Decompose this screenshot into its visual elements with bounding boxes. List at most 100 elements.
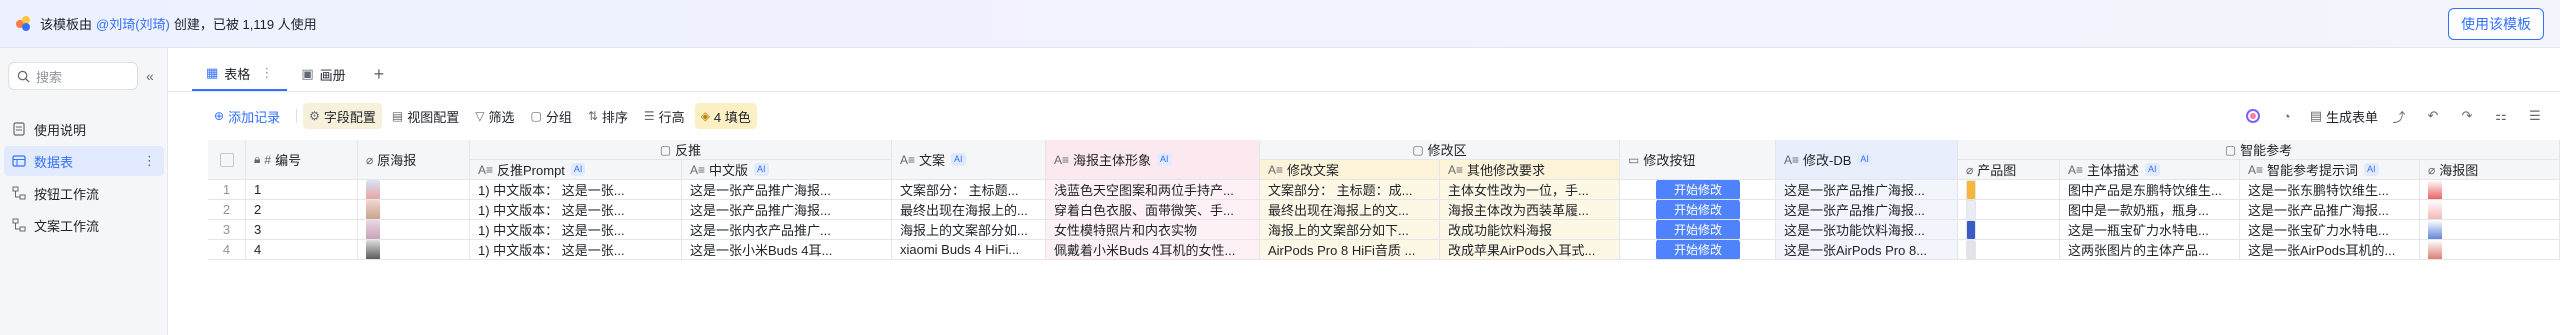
sidebar-item-guide[interactable]: 使用说明 <box>4 114 164 144</box>
poster-image-cell[interactable] <box>2420 240 2560 260</box>
cell-chinese-version[interactable]: 这是一张小米Buds 4耳... <box>682 240 892 260</box>
cell-modify-db[interactable]: 这是一张产品推广海报... <box>1776 180 1958 200</box>
cell-modify-copy[interactable]: 海报上的文案部分如下... <box>1260 220 1440 240</box>
filter-button[interactable]: ▽ 筛选 <box>469 103 520 129</box>
column-header-product-image[interactable]: ⌀ 产品图 <box>1958 160 2060 180</box>
cell-other-requirements[interactable]: 海报主体改为西装革履... <box>1440 200 1620 220</box>
cell-modify-db[interactable]: 这是一张功能饮料海报... <box>1776 220 1958 240</box>
poster-thumbnail[interactable] <box>366 180 380 199</box>
row-number-cell[interactable]: 3 <box>208 220 246 240</box>
poster-thumbnail[interactable] <box>366 200 380 219</box>
column-header-modify-button[interactable]: ▭ 修改按钮 <box>1620 140 1776 180</box>
undo-icon[interactable]: ↶ <box>2420 103 2446 129</box>
cell-poster-subject[interactable]: 穿着白色衣服、面带微笑、手... <box>1046 200 1260 220</box>
cell-modify-copy[interactable]: AirPods Pro 8 HiFi音质 ... <box>1260 240 1440 260</box>
cell-subject-desc[interactable]: 图中是一款奶瓶，瓶身... <box>2060 200 2240 220</box>
history-icon[interactable]: ◔ <box>2274 103 2300 129</box>
sort-button[interactable]: ⇅ 排序 <box>582 103 634 129</box>
column-header-reverse-prompt[interactable]: A≡ 反推Prompt AI <box>470 160 682 180</box>
share-icon[interactable]: ⤴ <box>2386 103 2412 129</box>
cell-smart-ref-prompt[interactable]: 这是一张宝矿力水特电... <box>2240 220 2420 240</box>
row-number-cell[interactable]: 4 <box>208 240 246 260</box>
poster-image-thumbnail[interactable] <box>2428 200 2442 219</box>
cell-copy[interactable]: 最终出现在海报上的... <box>892 200 1046 220</box>
cell-smart-ref-prompt[interactable]: 这是一张AirPods耳机的... <box>2240 240 2420 260</box>
cell-reverse-prompt[interactable]: 1) 中文版本： 这是一张... <box>470 240 682 260</box>
ai-assistant-icon[interactable] <box>2240 103 2266 129</box>
row-number-cell[interactable]: 1 <box>208 180 246 200</box>
product-thumbnail[interactable] <box>1966 180 1976 199</box>
field-config-button[interactable]: ⚙ 字段配置 <box>303 103 382 129</box>
more-icon[interactable]: ☰ <box>2522 103 2548 129</box>
use-template-button[interactable]: 使用该模板 <box>2448 8 2544 40</box>
start-modify-button[interactable]: 开始修改 <box>1656 200 1741 219</box>
sidebar-item-copy-workflow[interactable]: 文案工作流 <box>4 210 164 240</box>
banner-author-link[interactable]: @刘琦(刘琦) <box>96 14 170 33</box>
column-header-poster-image[interactable]: ⌀ 海报图 <box>2420 160 2560 180</box>
column-header-modify-copy[interactable]: A≡ 修改文案 <box>1260 160 1440 180</box>
cell-modify-copy[interactable]: 文案部分： 主标题：成... <box>1260 180 1440 200</box>
sidebar-search-input[interactable]: 搜索 <box>8 62 138 90</box>
poster-thumbnail[interactable] <box>366 220 380 239</box>
cell-id[interactable]: 3 <box>246 220 358 240</box>
poster-image-cell[interactable] <box>2420 180 2560 200</box>
poster-thumbnail[interactable] <box>366 240 380 259</box>
cell-subject-desc[interactable]: 图中产品是东鹏特饮维生... <box>2060 180 2240 200</box>
select-all-checkbox[interactable] <box>219 152 234 167</box>
tab-gallery[interactable]: ▣ 画册 <box>287 57 359 91</box>
poster-image-thumbnail[interactable] <box>2428 180 2442 199</box>
original-poster-cell[interactable] <box>358 240 470 260</box>
cell-smart-ref-prompt[interactable]: 这是一张产品推广海报... <box>2240 200 2420 220</box>
add-record-button[interactable]: ⊕ 添加记录 <box>208 103 286 129</box>
row-height-button[interactable]: ☰ 行高 <box>638 103 691 129</box>
cell-chinese-version[interactable]: 这是一张产品推广海报... <box>682 180 892 200</box>
cell-subject-desc[interactable]: 这是一瓶宝矿力水特电... <box>2060 220 2240 240</box>
poster-image-thumbnail[interactable] <box>2428 240 2442 259</box>
generate-form-button[interactable]: ▤ 生成表单 <box>2310 107 2378 126</box>
cell-modify-db[interactable]: 这是一张AirPods Pro 8... <box>1776 240 1958 260</box>
redo-icon[interactable]: ↷ <box>2454 103 2480 129</box>
column-header-other-requirements[interactable]: A≡ 其他修改要求 <box>1440 160 1620 180</box>
column-header-poster-subject[interactable]: A≡ 海报主体形象 AI <box>1046 140 1260 180</box>
sidebar-item-datatable[interactable]: 数据表 ⋮ <box>4 146 164 176</box>
cell-other-requirements[interactable]: 主体女性改为一位，手... <box>1440 180 1620 200</box>
poster-image-cell[interactable] <box>2420 220 2560 240</box>
cell-copy[interactable]: xiaomi Buds 4 HiFi... <box>892 240 1046 260</box>
product-thumbnail[interactable] <box>1966 220 1976 239</box>
cell-reverse-prompt[interactable]: 1) 中文版本： 这是一张... <box>470 180 682 200</box>
group-button[interactable]: ▢ 分组 <box>524 103 577 129</box>
view-config-button[interactable]: ▤ 视图配置 <box>386 103 465 129</box>
cell-subject-desc[interactable]: 这两张图片的主体产品... <box>2060 240 2240 260</box>
column-header-subject-desc[interactable]: A≡ 主体描述 AI <box>2060 160 2240 180</box>
cell-id[interactable]: 1 <box>246 180 358 200</box>
product-image-cell[interactable] <box>1958 180 2060 200</box>
sidebar-item-button-workflow[interactable]: 按钮工作流 <box>4 178 164 208</box>
cell-poster-subject[interactable]: 佩戴着小米Buds 4耳机的女性... <box>1046 240 1260 260</box>
select-all-cell[interactable] <box>208 140 246 180</box>
product-image-cell[interactable] <box>1958 200 2060 220</box>
column-header-copy[interactable]: A≡ 文案 AI <box>892 140 1046 180</box>
cell-modify-copy[interactable]: 最终出现在海报上的文... <box>1260 200 1440 220</box>
tab-table[interactable]: ▦ 表格 ⋮ <box>192 57 288 91</box>
product-image-cell[interactable] <box>1958 220 2060 240</box>
start-modify-button[interactable]: 开始修改 <box>1656 240 1741 259</box>
column-header-chinese-version[interactable]: A≡ 中文版 AI <box>682 160 892 180</box>
product-thumbnail[interactable] <box>1966 240 1976 259</box>
original-poster-cell[interactable] <box>358 220 470 240</box>
start-modify-button[interactable]: 开始修改 <box>1656 180 1741 199</box>
poster-image-cell[interactable] <box>2420 200 2560 220</box>
cell-copy[interactable]: 文案部分： 主标题... <box>892 180 1046 200</box>
row-number-cell[interactable]: 2 <box>208 200 246 220</box>
column-header-original-poster[interactable]: ⌀ 原海报 <box>358 140 470 180</box>
cell-poster-subject[interactable]: 女性模特照片和内衣实物 <box>1046 220 1260 240</box>
original-poster-cell[interactable] <box>358 200 470 220</box>
cell-chinese-version[interactable]: 这是一张内衣产品推广... <box>682 220 892 240</box>
column-header-smart-ref-prompt[interactable]: A≡ 智能参考提示词 AI <box>2240 160 2420 180</box>
add-view-button[interactable]: + <box>360 57 399 91</box>
poster-image-thumbnail[interactable] <box>2428 220 2442 239</box>
cell-chinese-version[interactable]: 这是一张产品推广海报... <box>682 200 892 220</box>
cell-copy[interactable]: 海报上的文案部分如... <box>892 220 1046 240</box>
cell-reverse-prompt[interactable]: 1) 中文版本： 这是一张... <box>470 220 682 240</box>
cell-poster-subject[interactable]: 浅蓝色天空图案和两位手持产... <box>1046 180 1260 200</box>
cell-other-requirements[interactable]: 改成功能饮料海报 <box>1440 220 1620 240</box>
